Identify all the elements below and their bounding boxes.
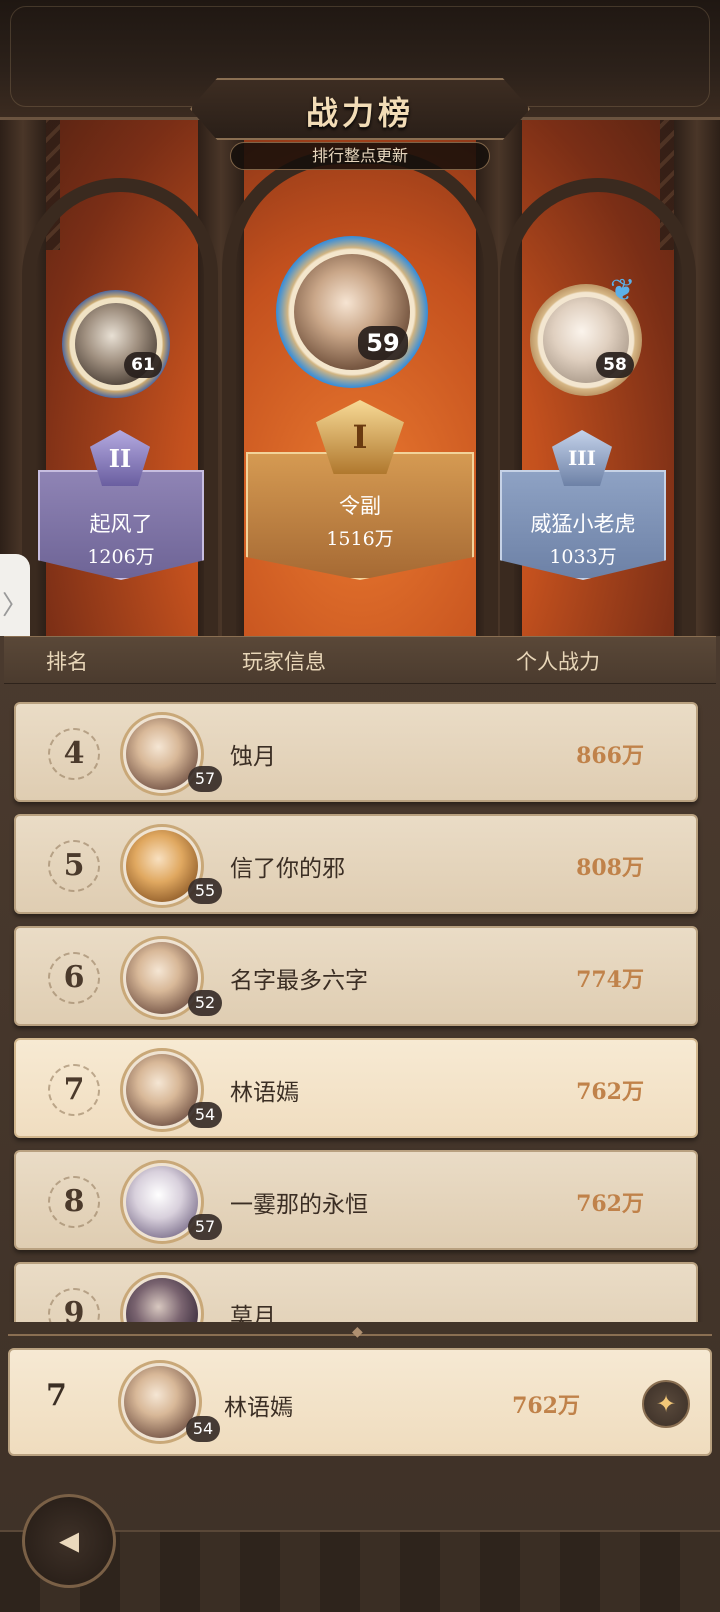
row-rank: 9 — [48, 1288, 100, 1322]
podium-banner-3: 威猛小老虎 1033万 — [500, 470, 666, 580]
page-title: 战力榜 — [305, 94, 414, 132]
podium-power: 1206万 — [87, 546, 155, 568]
column-power: 个人战力 — [516, 650, 600, 674]
player-name: 一霎那的永恒 — [230, 1192, 368, 1218]
list-divider — [8, 1324, 712, 1340]
arch-left — [22, 178, 218, 658]
ranking-row[interactable]: 9 莫月 — [14, 1262, 698, 1322]
my-level-badge: 54 — [186, 1416, 220, 1442]
podium-name: 令副 — [339, 494, 381, 518]
my-rank: 7 — [46, 1378, 67, 1413]
update-note: 排行整点更新 — [230, 142, 490, 170]
podium-power: 1516万 — [326, 528, 394, 550]
my-power: 762万 — [512, 1393, 580, 1419]
player-name: 林语嫣 — [230, 1080, 299, 1106]
player-power: 762万 — [576, 1191, 644, 1217]
avatar[interactable] — [120, 1272, 204, 1322]
ranking-row-self[interactable]: 7 54 林语嫣 762万 — [14, 1038, 698, 1138]
player-name: 信了你的邪 — [230, 856, 345, 882]
level-badge: 61 — [124, 352, 162, 378]
player-power: 774万 — [576, 967, 644, 993]
ranking-row[interactable]: 6 52 名字最多六字 774万 — [14, 926, 698, 1026]
ranking-list[interactable]: 4 57 蚀月 866万 5 55 信了你的邪 808万 6 52 名字最多六字… — [0, 692, 720, 1322]
row-rank: 5 — [48, 840, 100, 892]
row-rank: 6 — [48, 952, 100, 1004]
player-name: 蚀月 — [230, 744, 276, 770]
podium-name: 起风了 — [89, 512, 153, 536]
column-player: 玩家信息 — [242, 650, 326, 674]
row-rank: 7 — [48, 1064, 100, 1116]
back-icon[interactable]: ◂ — [22, 1494, 116, 1588]
avatar-face — [126, 1278, 198, 1322]
level-badge: 59 — [358, 326, 408, 360]
player-name: 名字最多六字 — [230, 968, 368, 994]
podium-name: 威猛小老虎 — [530, 512, 636, 536]
my-name: 林语嫣 — [224, 1395, 293, 1421]
podium-avatar-2[interactable]: 61 — [62, 290, 170, 398]
podium-avatar-3[interactable]: ❦ 58 — [530, 276, 642, 396]
podium-avatar-1[interactable]: 59 — [276, 236, 428, 388]
podium-power: 1033万 — [549, 546, 617, 568]
ranking-row[interactable]: 5 55 信了你的邪 808万 — [14, 814, 698, 914]
player-name: 莫月 — [230, 1304, 276, 1322]
level-badge: 57 — [188, 1214, 222, 1240]
butterfly-icon: ❦ — [610, 273, 636, 308]
level-badge: 57 — [188, 766, 222, 792]
level-badge: 55 — [188, 878, 222, 904]
ranking-row[interactable]: 4 57 蚀月 866万 — [14, 702, 698, 802]
arch-right — [500, 178, 696, 658]
player-power: 808万 — [576, 855, 644, 881]
column-rank: 排名 — [46, 650, 88, 674]
level-badge: 52 — [188, 990, 222, 1016]
list-header: 排名 玩家信息 个人战力 — [4, 636, 716, 684]
player-power: 762万 — [576, 1079, 644, 1105]
player-power: 866万 — [576, 743, 644, 769]
share-icon[interactable]: ✦ — [642, 1380, 690, 1428]
podium-banner-2: 起风了 1206万 — [38, 470, 204, 580]
row-rank: 4 — [48, 728, 100, 780]
level-badge: 54 — [188, 1102, 222, 1128]
level-badge: 58 — [596, 352, 634, 378]
row-rank: 8 — [48, 1176, 100, 1228]
my-rank-row[interactable]: 7 54 林语嫣 762万 ✦ — [8, 1348, 712, 1456]
ranking-row[interactable]: 8 57 一霎那的永恒 762万 — [14, 1150, 698, 1250]
